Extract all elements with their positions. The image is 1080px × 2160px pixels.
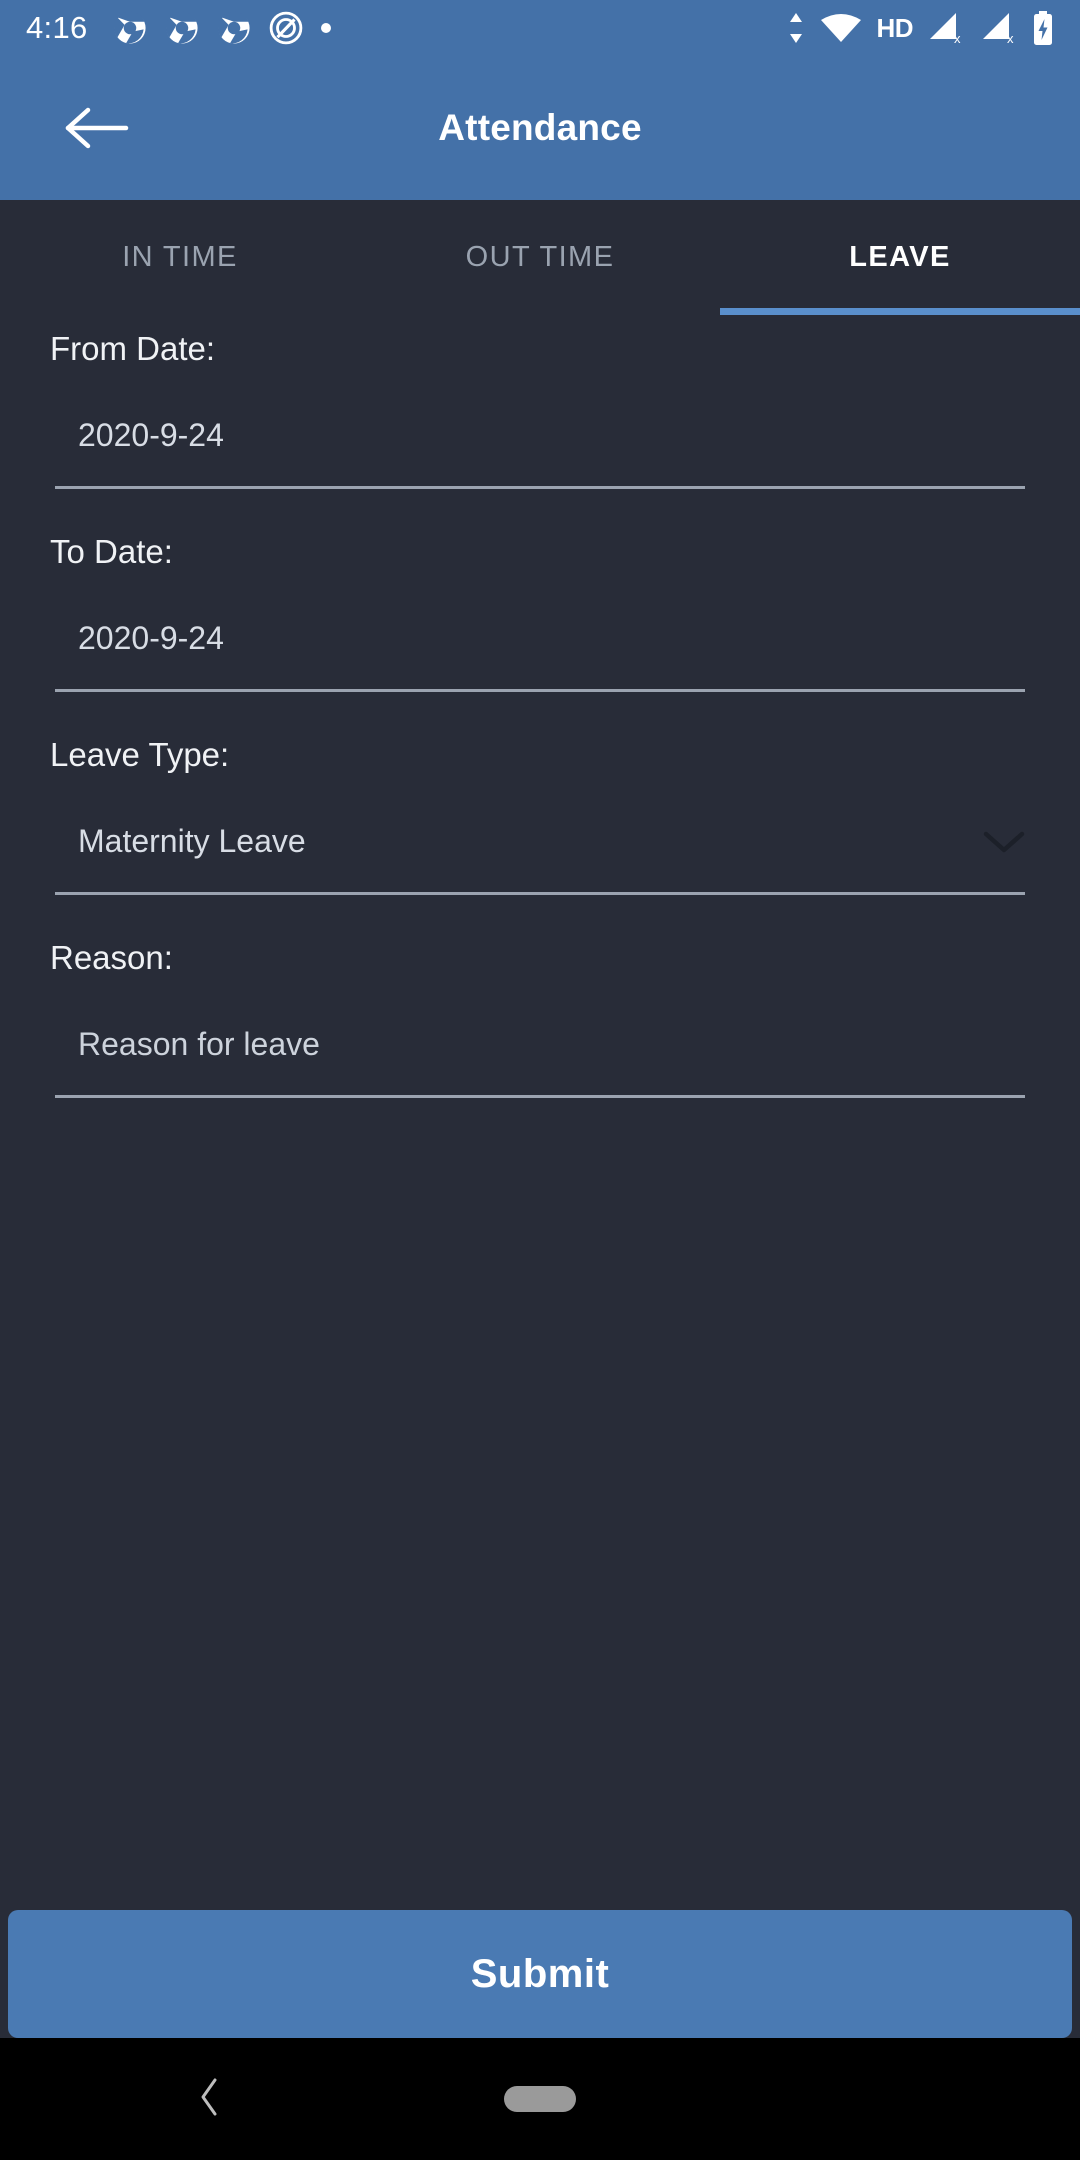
app-bar: Attendance (0, 56, 1080, 200)
from-date-value: 2020-9-24 (78, 416, 224, 453)
from-date-input[interactable]: 2020-9-24 (0, 406, 1080, 464)
tab-label: IN TIME (122, 241, 238, 273)
status-bar-clock: 4:16 (26, 10, 88, 45)
leave-type-underline (55, 892, 1025, 895)
chrome-icon (113, 11, 146, 44)
chrome-icon (217, 11, 250, 44)
circle-slash-icon (269, 11, 302, 45)
tab-active-indicator (720, 308, 1080, 315)
from-date-underline (55, 486, 1025, 489)
reason-label: Reason: (50, 939, 173, 976)
to-date-underline (55, 689, 1025, 692)
page-title: Attendance (438, 107, 642, 148)
form-spacer (0, 895, 1080, 939)
form-spacer (0, 489, 1080, 533)
nav-back-button[interactable] (193, 2074, 227, 2125)
wifi-icon (821, 14, 862, 42)
submit-container: Submit (0, 1910, 1080, 2038)
from-date-field: From Date: 2020-9-24 (0, 330, 1080, 489)
svg-text:x: x (1007, 31, 1014, 45)
reason-field: Reason: Reason for leave (0, 939, 1080, 1098)
dot-icon (320, 23, 331, 33)
reason-placeholder: Reason for leave (78, 1025, 320, 1062)
to-date-value: 2020-9-24 (78, 619, 224, 656)
chrome-icon (165, 11, 198, 44)
to-date-field: To Date: 2020-9-24 (0, 533, 1080, 692)
reason-underline (55, 1095, 1025, 1098)
to-date-label: To Date: (50, 533, 173, 570)
form-spacer (0, 692, 1080, 736)
status-bar: 4:16 HD x x (0, 0, 1080, 56)
app-screen: 4:16 HD x x Attendance IN TIME OUT TIME … (0, 0, 1080, 2160)
tab-label: OUT TIME (465, 241, 615, 273)
tab-label: LEAVE (849, 241, 951, 273)
tab-bar: IN TIME OUT TIME LEAVE (0, 200, 1080, 315)
leave-type-value: Maternity Leave (78, 822, 306, 859)
battery-charging-icon (1034, 11, 1052, 45)
leave-type-label: Leave Type: (50, 736, 230, 773)
system-navigation-bar (0, 2038, 1080, 2160)
chevron-left-icon (201, 2078, 217, 2115)
signal-no-sim-icon: x (930, 13, 961, 45)
data-transfer-icon (790, 13, 803, 43)
leave-form: From Date: 2020-9-24 To Date: 2020-9-24 … (0, 330, 1080, 1098)
home-indicator[interactable] (504, 2086, 576, 2112)
tab-out-time[interactable]: OUT TIME (360, 200, 720, 315)
submit-button[interactable]: Submit (8, 1910, 1072, 2038)
tab-leave[interactable]: LEAVE (720, 200, 1080, 315)
chevron-down-icon[interactable] (978, 825, 1030, 857)
tab-in-time[interactable]: IN TIME (0, 200, 360, 315)
to-date-input[interactable]: 2020-9-24 (0, 609, 1080, 667)
from-date-label: From Date: (50, 330, 216, 367)
status-bar-notification-icons (113, 11, 331, 45)
signal-no-sim-icon: x (983, 13, 1014, 45)
svg-text:x: x (954, 31, 961, 45)
reason-input[interactable]: Reason for leave (0, 1015, 1080, 1073)
status-bar-system-icons: HD x x (786, 10, 1054, 46)
leave-type-field: Leave Type: Maternity Leave (0, 736, 1080, 895)
leave-type-select[interactable]: Maternity Leave (0, 812, 1080, 870)
hd-label: HD (876, 12, 913, 43)
